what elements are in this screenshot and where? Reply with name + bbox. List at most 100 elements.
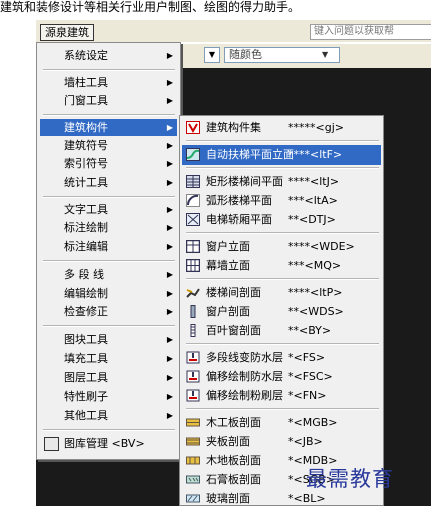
submenu-arrow-icon: ▶ — [166, 51, 173, 60]
submenu-item-shortcut: **<DTJ> — [288, 213, 336, 226]
submenu-item-plywood-section[interactable]: 夹板剖面 *<JB> — [182, 432, 381, 452]
submenu-item-label: 木地板剖面 — [206, 454, 261, 467]
submenu-arrow-icon: ▶ — [166, 96, 173, 105]
menu-item-wall-column-tools[interactable]: 墙柱工具 ▶ — [40, 74, 177, 91]
submenu-item-offset-plaster[interactable]: 偏移绘制粉刷层 *<FN> — [182, 386, 381, 406]
menu-item-block-tools[interactable]: 图块工具 ▶ — [40, 331, 177, 348]
help-search-input[interactable]: 键入问题以获取帮 — [310, 24, 431, 40]
menu-item-dimension-draw[interactable]: 标注绘制 ▶ — [40, 219, 177, 236]
submenu-item-window-section[interactable]: 窗户剖面 **<WDS> — [182, 302, 381, 322]
submenu-item-window-elevation[interactable]: 窗户立面 ****<WDE> — [182, 237, 381, 257]
menu-item-building-symbols[interactable]: 建筑符号 ▶ — [40, 137, 177, 154]
stair-section-icon — [186, 288, 200, 298]
submenu-item-shortcut: *****<gj> — [288, 121, 344, 134]
menu-item-other-tools[interactable]: 其他工具 ▶ — [40, 407, 177, 424]
caption-text: 建筑和装修设计等相关行业用户制图、绘图的得力助手。 — [0, 0, 301, 14]
submenu-item-shortcut: *<MGB> — [288, 416, 338, 429]
library-icon — [44, 437, 59, 451]
submenu-item-rect-stair[interactable]: 矩形楼梯间平面 ****<ltJ> — [182, 172, 381, 192]
menu-item-label: 标注绘制 — [64, 221, 108, 234]
menu-separator — [186, 278, 379, 280]
submenu-arrow-icon: ▶ — [166, 223, 173, 232]
submenu-arrow-icon: ▶ — [166, 270, 173, 279]
menu-item-property-brush[interactable]: 特性刷子 ▶ — [40, 388, 177, 405]
submenu-item-label: 偏移绘制粉刷层 — [206, 389, 283, 402]
submenu-arrow-icon: ▶ — [166, 354, 173, 363]
menu-item-check-fix[interactable]: 检查修正 ▶ — [40, 303, 177, 320]
menu-item-label: 图库管理 <BV> — [64, 437, 145, 450]
submenu-arrow-icon: ▶ — [166, 411, 173, 420]
submenu-item-shortcut: ****<WDE> — [288, 240, 355, 253]
submenu-arrow-icon: ▶ — [166, 205, 173, 214]
menu-separator — [43, 69, 175, 71]
submenu-item-woodboard-section[interactable]: 木工板剖面 *<MGB> — [182, 413, 381, 433]
menu-item-text-tools[interactable]: 文字工具 ▶ — [40, 201, 177, 218]
menu-item-label: 多 段 线 — [64, 268, 104, 281]
menu-item-dimension-edit[interactable]: 标注编辑 ▶ — [40, 238, 177, 255]
menu-item-label: 图块工具 — [64, 333, 108, 346]
watermark-text: 最需教育 — [306, 467, 394, 491]
submenu-item-elevator-car[interactable]: 电梯轿厢平面 **<DTJ> — [182, 210, 381, 230]
submenu-arrow-icon: ▶ — [166, 123, 173, 132]
submenu-item-shortcut: ****<ltF> — [288, 148, 343, 161]
menu-separator — [186, 343, 379, 345]
submenu-item-shortcut: *<FSC> — [288, 370, 333, 383]
menu-separator — [43, 114, 175, 116]
menu-item-label: 特性刷子 — [64, 390, 108, 403]
chevron-down-icon[interactable]: ▼ — [322, 48, 328, 62]
menu-item-label: 图层工具 — [64, 371, 108, 384]
submenu-item-label: 弧形楼梯平面 — [206, 194, 272, 207]
submenu-item-offset-waterproof[interactable]: 偏移绘制防水层 *<FSC> — [182, 367, 381, 387]
submenu-item-label: 窗户立面 — [206, 240, 250, 253]
window-section-icon — [190, 305, 196, 318]
menu-item-label: 建筑符号 — [64, 139, 108, 152]
menu-separator — [43, 196, 175, 198]
submenu-arrow-icon: ▶ — [166, 141, 173, 150]
submenu-item-label: 自动扶梯平面立面 — [206, 148, 294, 161]
woodboard-section-icon — [186, 418, 200, 427]
submenu-item-component-set[interactable]: 建筑构件集 *****<gj> — [182, 118, 381, 138]
main-dropdown-menu: 系统设定 ▶ 墙柱工具 ▶ 门窗工具 ▶ 建筑构件 ▶ 建筑符号 ▶ 索引符号 … — [36, 42, 181, 460]
component-set-icon — [186, 121, 200, 134]
submenu-item-label: 矩形楼梯间平面 — [206, 175, 283, 188]
submenu-item-louver-section[interactable]: 百叶窗剖面 **<BY> — [182, 321, 381, 341]
submenu-arrow-icon: ▶ — [166, 289, 173, 298]
submenu-arrow-icon: ▶ — [166, 307, 173, 316]
menu-item-label: 标注编辑 — [64, 240, 108, 253]
submenu-item-label: 窗户剖面 — [206, 305, 250, 318]
rect-stair-icon — [186, 175, 200, 188]
menu-item-layer-tools[interactable]: 图层工具 ▶ — [40, 369, 177, 386]
submenu-item-shortcut: ****<ltJ> — [288, 175, 340, 188]
submenu-item-label: 百叶窗剖面 — [206, 324, 261, 337]
menu-separator — [43, 260, 175, 262]
menu-item-door-window-tools[interactable]: 门窗工具 ▶ — [40, 92, 177, 109]
window-elevation-icon — [186, 240, 200, 253]
menu-item-library-manager[interactable]: 图库管理 <BV> — [40, 435, 177, 452]
menu-item-system-settings[interactable]: 系统设定 ▶ — [40, 47, 177, 64]
submenu-item-label: 电梯轿厢平面 — [206, 213, 272, 226]
menu-item-label: 填充工具 — [64, 352, 108, 365]
submenu-item-label: 幕墙立面 — [206, 259, 250, 272]
submenu-item-label: 建筑构件集 — [206, 121, 261, 134]
menu-item-hatch-tools[interactable]: 填充工具 ▶ — [40, 350, 177, 367]
submenu-item-polyline-waterproof[interactable]: 多段线变防水层 *<FS> — [182, 348, 381, 368]
menu-item-polyline[interactable]: 多 段 线 ▶ — [40, 266, 177, 283]
dropdown-arrow-icon[interactable]: ▼ — [204, 47, 220, 63]
offset-plaster-icon — [186, 389, 200, 402]
menu-separator — [186, 167, 379, 169]
menu-item-index-symbols[interactable]: 索引符号 ▶ — [40, 155, 177, 172]
menu-item-statistics-tools[interactable]: 统计工具 ▶ — [40, 174, 177, 191]
submenu-item-escalator[interactable]: 自动扶梯平面立面 ****<ltF> — [182, 145, 381, 165]
submenu-item-shortcut: **<BY> — [288, 324, 332, 337]
submenu-arrow-icon: ▶ — [166, 392, 173, 401]
submenu-item-stair-section[interactable]: 楼梯间剖面 ****<ltP> — [182, 283, 381, 303]
submenu-item-curtain-wall[interactable]: 幕墙立面 ***<MQ> — [182, 256, 381, 276]
menu-yuanquan-jianzhu[interactable]: 源泉建筑 — [40, 24, 94, 41]
menu-item-edit-draw[interactable]: 编辑绘制 ▶ — [40, 285, 177, 302]
menu-separator — [43, 325, 175, 327]
menu-separator — [186, 140, 379, 142]
submenu-item-shortcut: *<FS> — [288, 351, 326, 364]
submenu-item-shortcut: ***<MQ> — [288, 259, 342, 272]
submenu-item-arc-stair[interactable]: 弧形楼梯平面 ***<ltA> — [182, 191, 381, 211]
menu-item-building-components[interactable]: 建筑构件 ▶ — [40, 119, 177, 136]
